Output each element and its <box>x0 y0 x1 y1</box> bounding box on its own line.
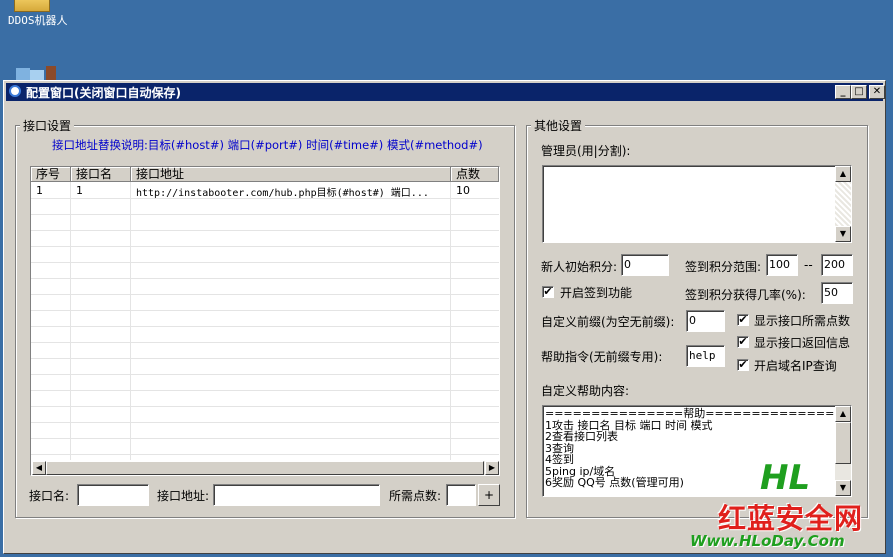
grid-line <box>31 294 499 295</box>
help-cmd-input[interactable]: help <box>686 345 725 367</box>
scroll-down-icon[interactable]: ▼ <box>835 480 851 496</box>
grid-line <box>130 182 131 460</box>
signin-prob-label: 签到积分获得几率(%): <box>685 288 806 302</box>
prefix-input[interactable]: 0 <box>686 310 725 332</box>
enable-signin-label[interactable]: 开启签到功能 <box>560 284 632 301</box>
desktop-icon-label[interactable]: DDOS机器人 <box>8 12 68 28</box>
scroll-up-icon[interactable]: ▲ <box>835 406 851 422</box>
replace-hint: 接口地址替换说明:目标(#host#) 端口(#port#) 时间(#time#… <box>52 138 483 152</box>
watermark-url: Www.HLoDay.Com <box>690 532 845 550</box>
initial-points-label: 新人初始积分: <box>541 260 618 274</box>
grid-line <box>31 390 499 391</box>
admin-textarea[interactable]: ▲ ▼ <box>542 165 852 243</box>
help-cmd-label: 帮助指令(无前缀专用): <box>541 350 663 364</box>
col-header-url[interactable]: 接口地址 <box>131 167 451 182</box>
minimize-button[interactable]: _ <box>835 85 851 99</box>
row-1-url[interactable]: http://instabooter.com/hub.php目标(#host#)… <box>136 184 448 199</box>
col-header-name[interactable]: 接口名 <box>71 167 131 182</box>
grid-line <box>31 310 499 311</box>
grid-line <box>450 182 451 460</box>
scroll-thumb[interactable] <box>835 422 851 464</box>
domain-ip-label[interactable]: 开启域名IP查询 <box>754 357 837 374</box>
scroll-right-icon[interactable]: ▶ <box>485 461 499 475</box>
api-url-label: 接口地址: <box>157 489 210 503</box>
api-name-input[interactable] <box>77 484 149 506</box>
col-header-no[interactable]: 序号 <box>31 167 71 182</box>
scroll-up-icon[interactable]: ▲ <box>835 166 851 182</box>
show-return-checkbox[interactable]: ✔ <box>737 336 749 348</box>
watermark-name: 红蓝安全网 <box>718 502 864 535</box>
horizontal-scrollbar[interactable]: ◀ ▶ <box>32 461 499 475</box>
row-1-points[interactable]: 10 <box>456 184 470 197</box>
signin-min-input[interactable]: 100 <box>766 254 798 276</box>
row-1-name[interactable]: 1 <box>76 184 83 197</box>
row-1-no[interactable]: 1 <box>36 184 43 197</box>
signin-max-input[interactable]: 200 <box>821 254 853 276</box>
scroll-down-icon[interactable]: ▼ <box>835 226 851 242</box>
admin-label: 管理员(用|分割): <box>541 144 631 158</box>
api-list[interactable]: 序号 接口名 接口地址 点数 1 1 http://instabooter.co… <box>30 166 500 476</box>
col-header-points[interactable]: 点数 <box>451 167 499 182</box>
help-vertical-scrollbar[interactable]: ▲ ▼ <box>835 406 851 496</box>
window-icon <box>9 85 21 97</box>
grid-line <box>31 454 499 455</box>
show-points-label[interactable]: 显示接口所需点数 <box>754 312 850 329</box>
ddos-bot-desktop-icon[interactable] <box>14 0 50 12</box>
show-points-checkbox[interactable]: ✔ <box>737 314 749 326</box>
grid-line <box>31 406 499 407</box>
signin-range-label: 签到积分范围: <box>685 260 762 274</box>
scroll-left-icon[interactable]: ◀ <box>32 461 46 475</box>
title-bar[interactable]: 配置窗口(关闭窗口自动保存) _ □ ✕ <box>6 83 885 101</box>
domain-ip-checkbox[interactable]: ✔ <box>737 359 749 371</box>
points-label: 所需点数: <box>389 489 442 503</box>
grid-line <box>31 278 499 279</box>
points-input[interactable] <box>446 484 476 506</box>
help-line: 2查看接口列表 <box>545 430 618 443</box>
api-url-input[interactable] <box>213 484 380 506</box>
scroll-thumb[interactable] <box>46 461 484 475</box>
desktop-icon-2[interactable] <box>12 64 60 80</box>
prefix-label: 自定义前缀(为空无前缀): <box>541 315 675 329</box>
grid-line <box>31 326 499 327</box>
grid-line <box>31 230 499 231</box>
custom-help-label: 自定义帮助内容: <box>541 384 630 398</box>
api-settings-legend: 接口设置 <box>20 117 75 134</box>
grid-line <box>31 214 499 215</box>
add-api-button[interactable]: + <box>478 484 500 506</box>
grid-line <box>31 262 499 263</box>
grid-line <box>70 182 71 460</box>
admin-vertical-scrollbar[interactable]: ▲ ▼ <box>835 166 851 242</box>
grid-line <box>31 246 499 247</box>
window-title: 配置窗口(关闭窗口自动保存) <box>26 86 181 100</box>
range-separator: -- <box>804 258 813 272</box>
signin-prob-input[interactable]: 50 <box>821 282 853 304</box>
close-button[interactable]: ✕ <box>869 85 885 99</box>
grid-line <box>31 342 499 343</box>
other-settings-legend: 其他设置 <box>531 117 586 134</box>
grid-line <box>31 438 499 439</box>
grid-line <box>31 374 499 375</box>
watermark-logo: HL <box>760 458 811 498</box>
enable-signin-checkbox[interactable]: ✔ <box>542 286 554 298</box>
help-line: ===============帮助=============== <box>545 407 844 420</box>
help-line: 3查询 <box>545 441 574 455</box>
maximize-button[interactable]: □ <box>851 85 867 99</box>
grid-line <box>31 422 499 423</box>
initial-points-input[interactable]: 0 <box>621 254 669 276</box>
grid-line <box>31 358 499 359</box>
show-return-label[interactable]: 显示接口返回信息 <box>754 334 850 351</box>
api-name-label: 接口名: <box>29 489 70 503</box>
